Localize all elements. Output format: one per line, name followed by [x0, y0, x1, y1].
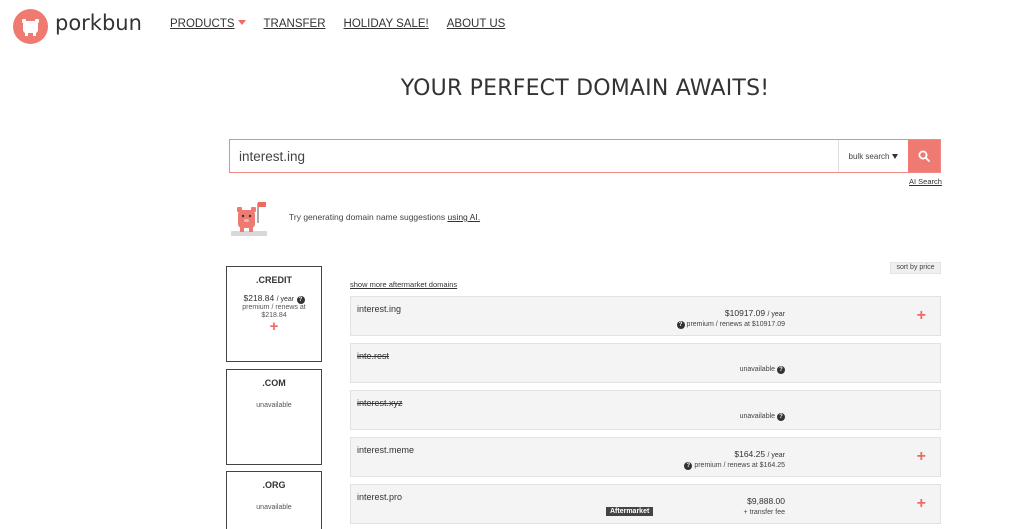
tld-card-credit[interactable]: .CREDIT $218.84 / year ? premium / renew…	[226, 266, 322, 362]
result-row[interactable]: interest.pro Aftermarket $9,888.00 + tra…	[350, 484, 941, 524]
porkbun-logo[interactable]	[13, 9, 48, 44]
tld-price-value: $218.84	[243, 293, 275, 303]
result-status: unavailable ?	[740, 366, 785, 374]
result-renewal-text: premium / renews at $10917.09	[686, 321, 785, 328]
show-more-aftermarket-link[interactable]: show more aftermarket domains	[350, 280, 457, 289]
result-renewal: ? premium / renews at $164.25	[684, 462, 785, 470]
help-icon[interactable]: ?	[684, 462, 693, 470]
result-price-period: / year	[767, 311, 785, 318]
tld-status: unavailable	[256, 504, 292, 511]
tld-card-org[interactable]: .ORG unavailable	[226, 471, 322, 529]
help-icon[interactable]: ?	[777, 413, 785, 421]
result-row[interactable]: interest.ing $10917.09 / year ? premium …	[350, 296, 941, 336]
ai-pig-illustration	[229, 197, 271, 239]
nav-products-label: PRODUCTS	[170, 18, 235, 30]
result-status-text: unavailable	[739, 413, 776, 420]
nav-about-us[interactable]: ABOUT US	[447, 18, 506, 30]
tld-status: unavailable	[256, 402, 292, 409]
tld-name: .COM	[262, 378, 286, 388]
result-price-period: / year	[767, 452, 785, 459]
bulk-search-label: bulk search	[848, 151, 890, 161]
brand-name[interactable]: porkbun	[55, 11, 142, 35]
result-row[interactable]: interest.meme $164.25 / year ? premium /…	[350, 437, 941, 477]
result-row: interest.xyz unavailable ?	[350, 390, 941, 430]
main-nav: PRODUCTS TRANSFER HOLIDAY SALE! ABOUT US	[170, 18, 505, 30]
tld-price: $218.84 / year ?	[227, 293, 321, 304]
result-price-value: $10917.09	[724, 308, 766, 318]
pig-robot-icon	[231, 202, 267, 236]
domain-search-input[interactable]	[230, 140, 838, 172]
search-icon	[918, 150, 930, 162]
add-to-cart-plus-icon[interactable]: +	[917, 307, 926, 325]
result-status-text: unavailable	[739, 366, 776, 373]
help-icon[interactable]: ?	[296, 296, 305, 304]
search-bar: bulk search	[229, 139, 941, 173]
result-domain: interest.ing	[357, 304, 402, 314]
result-row: inte.rest unavailable ?	[350, 343, 941, 383]
header: porkbun PRODUCTS TRANSFER HOLIDAY SALE! …	[0, 0, 1024, 52]
tld-card-com[interactable]: .COM unavailable	[226, 369, 322, 465]
caret-down-icon	[892, 153, 899, 159]
ai-search-link[interactable]: AI Search	[909, 177, 942, 186]
result-renewal: ? premium / renews at $10917.09	[676, 321, 785, 329]
page-title: YOUR PERFECT DOMAIN AWAITS!	[400, 76, 770, 101]
caret-down-icon	[237, 20, 246, 25]
result-domain: interest.xyz	[357, 398, 403, 408]
result-price-value: $164.25	[734, 449, 766, 459]
help-icon[interactable]: ?	[676, 321, 685, 329]
ai-suggestion-label: Try generating domain name suggestions	[289, 212, 446, 222]
result-price: $164.25 / year	[734, 449, 785, 459]
bulk-search-dropdown[interactable]: bulk search	[838, 140, 908, 172]
tld-name: .CREDIT	[256, 275, 292, 285]
result-status: unavailable ?	[740, 413, 785, 421]
add-to-cart-plus-icon[interactable]: +	[917, 495, 926, 513]
result-price-value: $9,888.00	[747, 496, 785, 506]
result-domain: interest.pro	[357, 492, 403, 502]
ai-suggestion-text: Try generating domain name suggestions u…	[289, 212, 480, 222]
pig-icon	[22, 19, 39, 36]
search-button[interactable]	[908, 140, 940, 172]
result-price: $9,888.00	[747, 496, 785, 506]
result-renewal-text: premium / renews at $164.25	[694, 462, 785, 469]
result-domain: interest.meme	[357, 445, 415, 455]
add-to-cart-plus-icon[interactable]: +	[917, 448, 926, 466]
result-transfer-fee: + transfer fee	[743, 509, 785, 516]
result-domain: inte.rest	[357, 351, 390, 361]
nav-transfer[interactable]: TRANSFER	[264, 18, 326, 30]
tld-name: .ORG	[262, 480, 286, 490]
using-ai-link[interactable]: using AI.	[447, 212, 480, 222]
aftermarket-badge: Aftermarket	[606, 507, 654, 516]
result-price: $10917.09 / year	[725, 308, 785, 318]
sort-by-price-button[interactable]: sort by price	[890, 262, 941, 274]
tld-price-period: / year	[276, 296, 295, 303]
nav-products[interactable]: PRODUCTS	[170, 18, 246, 30]
help-icon[interactable]: ?	[777, 366, 785, 374]
nav-holiday-sale[interactable]: HOLIDAY SALE!	[344, 18, 429, 30]
add-to-cart-plus-icon[interactable]: +	[227, 319, 321, 334]
